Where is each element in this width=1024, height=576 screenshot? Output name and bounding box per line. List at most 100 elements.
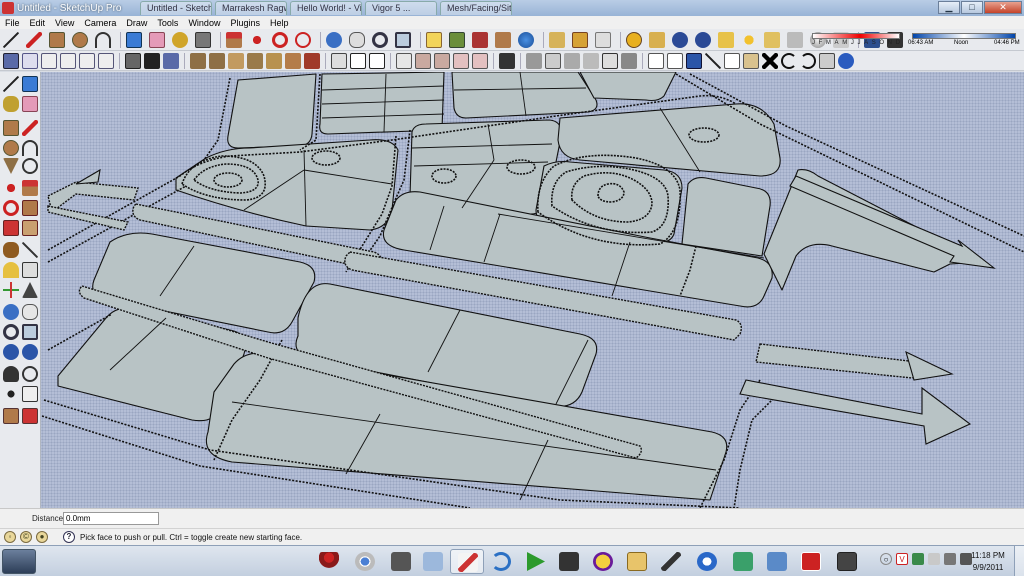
rotate-tool-icon[interactable] bbox=[3, 200, 19, 216]
eraser-tool-icon[interactable] bbox=[149, 31, 165, 48]
network-tray-icon[interactable] bbox=[944, 553, 956, 565]
show-desktop-button[interactable] bbox=[1014, 546, 1024, 576]
scale-tool-icon[interactable] bbox=[3, 220, 19, 236]
freehand-tool-icon[interactable] bbox=[22, 158, 38, 174]
protractor-tool-icon[interactable] bbox=[3, 262, 19, 278]
sandbox-flip-edge-icon[interactable] bbox=[304, 52, 320, 69]
taskbar-app[interactable] bbox=[384, 549, 418, 574]
extension-warehouse-icon[interactable] bbox=[595, 31, 611, 48]
3d-text-icon[interactable] bbox=[22, 282, 38, 298]
select-tool-icon[interactable] bbox=[3, 31, 19, 48]
plugin-m-icon[interactable] bbox=[626, 31, 642, 48]
sandbox-add-detail-icon[interactable] bbox=[285, 52, 301, 69]
walk-tool-icon[interactable] bbox=[3, 386, 19, 402]
geo-location-icon[interactable]: ◦ bbox=[4, 531, 16, 543]
taskbar-app[interactable] bbox=[348, 549, 382, 574]
line-tool-icon[interactable] bbox=[26, 31, 42, 48]
xray-style-icon[interactable] bbox=[125, 52, 141, 69]
layer-manager-icon[interactable] bbox=[499, 52, 515, 69]
hidden-line-style-icon[interactable] bbox=[163, 52, 179, 69]
menu-window[interactable]: Window bbox=[183, 18, 225, 28]
taskbar-app[interactable] bbox=[620, 549, 654, 574]
zoom-tool-icon[interactable] bbox=[3, 324, 19, 340]
share-model-icon[interactable] bbox=[495, 31, 511, 48]
3d-warehouse-icon[interactable] bbox=[572, 31, 588, 48]
shadow-time-slider[interactable] bbox=[912, 33, 1016, 39]
solid-union-icon[interactable] bbox=[396, 52, 412, 69]
help-icon[interactable]: ? bbox=[63, 531, 75, 543]
rectangle-tool-icon[interactable] bbox=[49, 31, 65, 48]
pan-tool-icon[interactable] bbox=[349, 31, 365, 48]
dimension-tool-icon[interactable] bbox=[22, 242, 38, 258]
new-file-icon[interactable] bbox=[648, 52, 664, 69]
taskbar-app[interactable] bbox=[416, 549, 450, 574]
plugin-help-icon[interactable] bbox=[695, 31, 711, 48]
security-shield-icon[interactable] bbox=[912, 553, 924, 565]
taskbar-app[interactable] bbox=[760, 549, 794, 574]
group-icon[interactable] bbox=[602, 52, 618, 69]
maximize-button[interactable]: □ bbox=[961, 1, 983, 14]
background-tab-4[interactable]: Vigor 5 ... bbox=[365, 1, 437, 15]
minimize-button[interactable]: ▁ bbox=[938, 1, 960, 14]
menu-view[interactable]: View bbox=[50, 18, 79, 28]
taskbar-app-sketchup[interactable] bbox=[450, 549, 484, 574]
menu-edit[interactable]: Edit bbox=[25, 18, 51, 28]
tape-measure-icon[interactable] bbox=[3, 242, 19, 258]
taskbar-app[interactable] bbox=[654, 549, 688, 574]
redo-icon[interactable] bbox=[800, 52, 816, 69]
plugin-arrow-icon[interactable] bbox=[787, 31, 803, 48]
circle-tool-icon[interactable] bbox=[72, 31, 88, 48]
left-view-icon[interactable] bbox=[98, 52, 114, 69]
menu-draw[interactable]: Draw bbox=[121, 18, 152, 28]
tape-measure-icon[interactable] bbox=[172, 31, 188, 48]
background-tab-2[interactable]: Marrakesh Ragweed/Grant... bbox=[215, 1, 287, 15]
print-icon[interactable] bbox=[819, 52, 835, 69]
tray-chevron-icon[interactable]: ○ bbox=[880, 553, 892, 565]
component-options-icon[interactable] bbox=[526, 52, 542, 69]
solid-trim-icon[interactable] bbox=[434, 52, 450, 69]
paint-bucket-icon[interactable] bbox=[3, 96, 19, 112]
wireframe-style-icon[interactable] bbox=[144, 52, 160, 69]
taskbar-app[interactable] bbox=[484, 549, 518, 574]
rotate-tool-icon[interactable] bbox=[272, 31, 288, 48]
text-tool-icon[interactable] bbox=[22, 262, 38, 278]
user-icon[interactable]: ● bbox=[36, 531, 48, 543]
position-camera-icon[interactable] bbox=[3, 366, 19, 382]
get-models-icon[interactable] bbox=[472, 31, 488, 48]
iso-view-icon[interactable] bbox=[3, 52, 19, 69]
house-outline-icon[interactable] bbox=[369, 52, 385, 69]
move-tool-icon[interactable] bbox=[249, 31, 265, 48]
zoom-window-icon[interactable] bbox=[22, 324, 38, 340]
taskbar-clock[interactable]: 11:18 PM 9/9/2011 bbox=[968, 550, 1008, 574]
sandbox-contours-icon[interactable] bbox=[190, 52, 206, 69]
plugin-label-icon[interactable] bbox=[718, 31, 734, 48]
plugin-light-icon[interactable] bbox=[764, 31, 780, 48]
taskbar-app[interactable] bbox=[794, 549, 828, 574]
sandbox-scratch-icon[interactable] bbox=[209, 52, 225, 69]
follow-me-icon[interactable] bbox=[22, 200, 38, 216]
select-tool-icon[interactable] bbox=[3, 76, 19, 92]
outliner-icon[interactable] bbox=[621, 52, 637, 69]
make-component-icon[interactable] bbox=[126, 31, 142, 48]
copy-icon[interactable] bbox=[724, 52, 740, 69]
taskbar-app[interactable] bbox=[518, 549, 552, 574]
get-photo-texture-icon[interactable] bbox=[549, 31, 565, 48]
taskbar-app[interactable] bbox=[312, 549, 346, 574]
dynamic-component-icon[interactable] bbox=[564, 52, 580, 69]
previous-view-icon[interactable] bbox=[3, 344, 19, 360]
paint-bucket-icon[interactable] bbox=[195, 31, 211, 48]
taskbar-app[interactable] bbox=[830, 549, 864, 574]
back-view-icon[interactable] bbox=[79, 52, 95, 69]
menu-camera[interactable]: Camera bbox=[79, 18, 121, 28]
push-pull-icon[interactable] bbox=[22, 180, 38, 196]
top-view-icon[interactable] bbox=[22, 52, 38, 69]
sandbox-drape-icon[interactable] bbox=[266, 52, 282, 69]
eraser-tool-icon[interactable] bbox=[22, 96, 38, 112]
solid-split-icon[interactable] bbox=[453, 52, 469, 69]
cut-icon[interactable] bbox=[705, 52, 721, 69]
offset-tool-icon[interactable] bbox=[295, 31, 311, 48]
pan-tool-icon[interactable] bbox=[22, 304, 38, 320]
paste-icon[interactable] bbox=[743, 52, 759, 69]
credits-icon[interactable]: © bbox=[20, 531, 32, 543]
sandbox-stamp-icon[interactable] bbox=[247, 52, 263, 69]
